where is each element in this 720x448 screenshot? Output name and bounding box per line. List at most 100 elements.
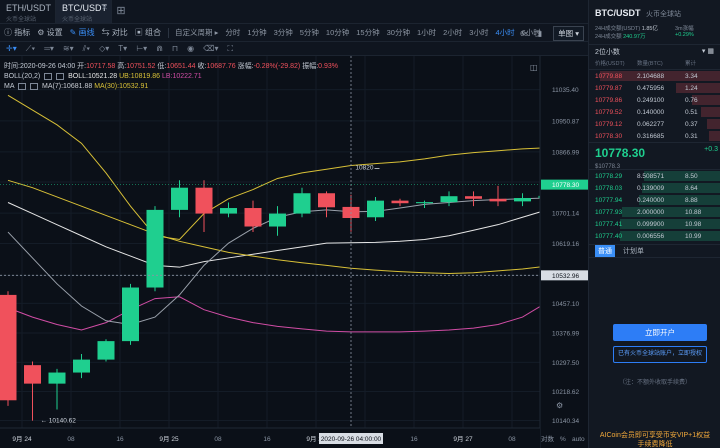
bid-amount: 0.099900 (637, 220, 665, 228)
ask-total: 0.76 (685, 96, 698, 104)
auto-scale-toggle[interactable]: auto (572, 436, 585, 443)
crosshair-icon[interactable]: ✛▾ (6, 44, 17, 53)
candle-body[interactable] (244, 208, 262, 227)
log-scale-toggle[interactable]: 对数 (541, 434, 555, 443)
custom-period-button[interactable]: 自定义周期 ▸ (175, 27, 218, 38)
boll-row: BOLL(20,2) BOLL:10521.28 UB:10819.86 LB:… (4, 72, 338, 82)
ask-row[interactable]: 10779.86 0.249100 0.76 (589, 94, 720, 106)
tab-plan[interactable]: 计划单 (623, 246, 644, 256)
ask-row[interactable]: 10779.87 0.475956 1.24 (589, 82, 720, 94)
fib-icon[interactable]: ≋▾ (63, 44, 74, 53)
settings-icon[interactable] (44, 72, 53, 80)
axis-settings-icon[interactable]: ⚙ (556, 401, 563, 410)
promo-text[interactable]: AICoin会员即可享受币安VIP+1权益 (589, 431, 720, 440)
legend-high-label: 高: (117, 63, 127, 70)
candle-body[interactable] (122, 287, 139, 342)
horizontal-line-icon[interactable]: ═▾ (44, 44, 54, 53)
tab-btc-usdt[interactable]: BTC/USDT 火币全球站 ✕ (56, 0, 112, 23)
period-2[interactable]: 3分钟 (274, 27, 293, 38)
ask-row[interactable]: 10779.12 0.062277 0.37 (589, 118, 720, 130)
period-5[interactable]: 15分钟 (356, 27, 379, 38)
tab-normal[interactable]: 普通 (595, 245, 615, 257)
lock-icon[interactable]: ⊓ (172, 44, 178, 53)
price-tick-label: 10376.99 (552, 330, 579, 337)
shape-icon[interactable]: ◇▾ (99, 44, 109, 53)
draw-line-button[interactable]: ✎ 画线 (70, 27, 95, 38)
speed-label[interactable]: 6s (520, 29, 528, 38)
ask-row[interactable]: 10779.52 0.140000 0.51 (589, 106, 720, 118)
close-icon[interactable] (56, 72, 65, 80)
ask-amount: 0.475956 (637, 84, 665, 92)
bid-row[interactable]: 10777.41 0.099900 10.98 (589, 218, 720, 230)
candle-body[interactable] (514, 198, 531, 202)
settings-icon[interactable] (18, 82, 27, 90)
legend-amp: 0.93% (318, 63, 339, 70)
measure-icon[interactable]: ⊢▾ (136, 44, 147, 53)
depth-select[interactable]: 2位小数 ▾ ▦ (589, 44, 720, 58)
tab-eth-usdt[interactable]: ETH/USDT 火币全球站 (0, 0, 56, 23)
candle-body[interactable] (465, 196, 482, 199)
close-icon[interactable]: ✕ (101, 3, 108, 12)
settings-button[interactable]: ⚙ 设置 (37, 27, 62, 38)
candle-body[interactable] (171, 187, 188, 210)
authorize-button[interactable]: 已有火币全球站账户，立即授权 (613, 346, 707, 363)
candle-body[interactable] (391, 200, 409, 204)
candle-body[interactable] (48, 372, 66, 384)
max-price-label: 10820 (355, 164, 373, 171)
percent-scale-toggle[interactable]: % (560, 436, 566, 443)
bid-row[interactable]: 10778.29 8.508571 8.50 (589, 170, 720, 182)
ask-row[interactable]: 10779.88 2.104688 3.34 (589, 70, 720, 82)
candle-body[interactable] (146, 209, 164, 288)
chart-settings-icon[interactable]: ◫ (530, 63, 538, 72)
candle-body[interactable] (269, 213, 286, 227)
bid-price: 10778.29 (595, 172, 623, 180)
candle-body[interactable] (440, 196, 458, 203)
magnet-icon[interactable]: ⋒ (156, 44, 163, 53)
bid-row[interactable]: 10777.94 0.240000 8.88 (589, 194, 720, 206)
candle-body[interactable] (416, 202, 433, 204)
candle-body[interactable] (24, 365, 41, 384)
candle-body[interactable] (293, 193, 311, 214)
fullscreen-icon[interactable]: ⛶ (227, 44, 233, 54)
indicator-button[interactable]: ⓘ 指标 (4, 27, 30, 38)
ask-list: 10779.88 2.104688 3.34 10779.87 0.475956 1.24… (589, 70, 720, 142)
period-4[interactable]: 10分钟 (326, 27, 349, 38)
period-10[interactable]: 4小时 (495, 27, 514, 38)
eye-icon[interactable]: ◉ (187, 44, 194, 53)
period-0[interactable]: 分时 (225, 27, 240, 38)
ask-row[interactable]: 10778.30 0.316685 0.31 (589, 130, 720, 142)
draw-line-label: 画线 (78, 28, 95, 37)
channel-icon[interactable]: ⫽▾ (83, 44, 90, 54)
trash-icon[interactable]: ⌫▾ (203, 44, 218, 53)
candle-body[interactable] (318, 193, 335, 208)
text-tool-icon[interactable]: T▾ (118, 44, 127, 53)
candle-body[interactable] (195, 187, 213, 214)
open-account-button[interactable]: 立即开户 (613, 324, 707, 341)
chart-type-select[interactable]: 单图 ▾ (553, 26, 584, 41)
period-9[interactable]: 3小时 (469, 27, 488, 38)
period-3[interactable]: 5分钟 (300, 27, 319, 38)
bid-row[interactable]: 10777.40 0.006556 10.99 (589, 230, 720, 242)
period-7[interactable]: 1小时 (417, 27, 436, 38)
close-icon[interactable] (30, 82, 39, 90)
promo-text-2[interactable]: 手续费降低 (589, 440, 720, 448)
candle-body[interactable] (0, 294, 17, 401)
combo-button[interactable]: ▣ 组合 (135, 27, 161, 38)
candle-body[interactable] (220, 208, 237, 214)
ask-total: 3.34 (685, 72, 698, 80)
candlestick-chart[interactable]: 10820 ← 10140.62 11035.40 10950.87 10866.99 1… (0, 56, 588, 448)
trend-line-icon[interactable]: ⟋▾ (26, 44, 36, 54)
candle-body[interactable] (367, 200, 384, 218)
candle-body[interactable] (97, 341, 115, 360)
bid-row[interactable]: 10777.93 2.000000 10.88 (589, 206, 720, 218)
panel-stats: 24H成交额(USDT) 1.85亿 24H成交额 240.97万 3m涨幅 +0… (589, 24, 720, 44)
camera-icon[interactable]: ◨ (535, 29, 542, 38)
add-tab-icon[interactable]: ⊞ (114, 0, 128, 23)
period-6[interactable]: 30分钟 (387, 27, 410, 38)
candle-body[interactable] (73, 359, 90, 373)
compare-button[interactable]: ⇆ 对比 (102, 27, 128, 38)
bid-row[interactable]: 10778.03 0.139009 8.64 (589, 182, 720, 194)
period-1[interactable]: 1分钟 (247, 27, 266, 38)
period-8[interactable]: 2小时 (443, 27, 462, 38)
candle-body[interactable] (489, 198, 507, 202)
